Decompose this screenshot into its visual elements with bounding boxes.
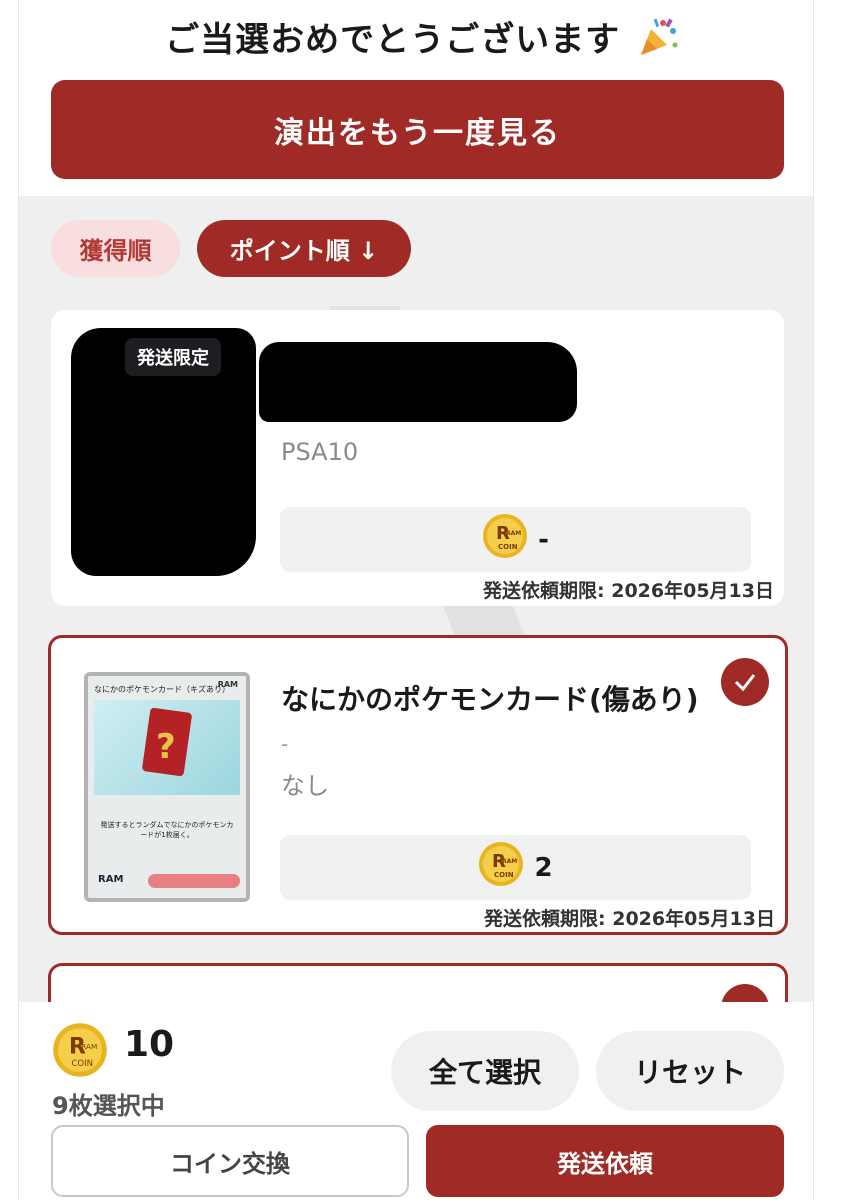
svg-text:RAM: RAM	[81, 1042, 97, 1051]
card-artwork: ?	[94, 700, 240, 795]
card-thumbnail: なにかのポケモンカード（キズあり） RAM ? 発送するとランダムでなにかのポケ…	[84, 672, 250, 902]
coin-value: -	[538, 524, 549, 555]
ram-coin-icon: R RAM COIN	[478, 841, 524, 894]
ram-coin-icon: R RAM COIN	[52, 1022, 108, 1082]
checkmark-icon[interactable]	[721, 658, 769, 706]
coin-value-box: R RAM COIN 2	[280, 835, 751, 900]
svg-text:RAM: RAM	[502, 858, 517, 865]
replay-animation-button[interactable]: 演出をもう一度見る	[51, 80, 784, 179]
coin-value-box: R RAM COIN -	[280, 507, 751, 572]
svg-text:COIN: COIN	[498, 543, 518, 551]
item-grade: PSA10	[281, 438, 359, 466]
card-thumbnail-text: 発送するとランダムでなにかのポケモンカードが1枚届く。	[100, 821, 234, 839]
prize-item-card-selected[interactable]: なにかのポケモンカード（キズあり） RAM ? 発送するとランダムでなにかのポケ…	[48, 635, 788, 935]
coin-value: 2	[534, 852, 553, 883]
item-subtitle: -	[281, 732, 289, 756]
shipping-only-badge: 発送限定	[125, 338, 221, 376]
redacted-item-title	[259, 342, 577, 422]
prize-item-card[interactable]: 発送限定 PSA10 R RAM COIN - 発送依頼期限: 2026年05月…	[51, 310, 784, 606]
shipping-deadline: 発送依頼期限: 2026年05月13日	[483, 580, 774, 602]
card-thumbnail-name: なにかのポケモンカード（キズあり）	[94, 685, 230, 694]
page-title: ご当選おめでとうございます	[0, 12, 846, 68]
sort-by-acquired-button[interactable]: 獲得順	[51, 220, 180, 277]
card-bottom-bar	[148, 874, 240, 888]
mystery-card-icon: ?	[142, 707, 192, 777]
svg-text:COIN: COIN	[494, 871, 514, 879]
total-coin-value: 10	[124, 1024, 175, 1065]
svg-text:RAM: RAM	[506, 530, 521, 537]
shipping-deadline: 発送依頼期限: 2026年05月13日	[484, 908, 775, 930]
selected-count: 9枚選択中	[52, 1092, 165, 1120]
reset-button[interactable]: リセット	[596, 1031, 784, 1111]
sort-by-points-button[interactable]: ポイント順 ↓	[197, 220, 411, 277]
item-title: なにかのポケモンカード(傷あり)	[281, 683, 699, 716]
coin-exchange-button[interactable]: コイン交換	[51, 1125, 409, 1197]
ram-coin-icon: R RAM COIN	[482, 513, 528, 566]
card-thumbnail-brand: RAM	[217, 680, 238, 689]
party-popper-icon	[637, 15, 681, 68]
svg-text:COIN: COIN	[71, 1059, 93, 1069]
select-all-button[interactable]: 全て選択	[391, 1031, 579, 1111]
svg-text:?: ?	[156, 727, 176, 767]
ship-request-button[interactable]: 発送依頼	[426, 1125, 784, 1197]
ram-logo: RAM	[98, 874, 124, 885]
item-grade: なし	[281, 772, 329, 800]
